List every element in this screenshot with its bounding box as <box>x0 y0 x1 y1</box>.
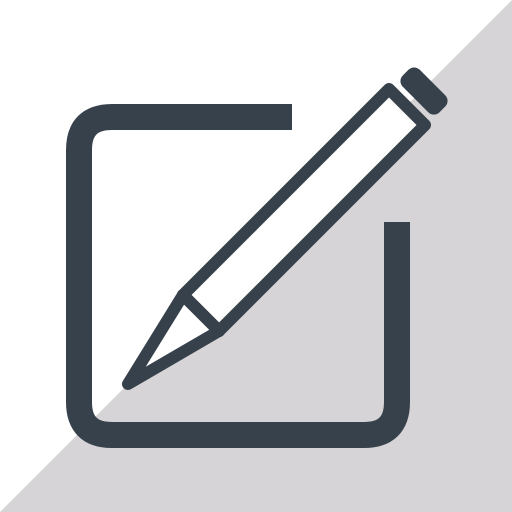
edit-icon <box>0 0 512 512</box>
